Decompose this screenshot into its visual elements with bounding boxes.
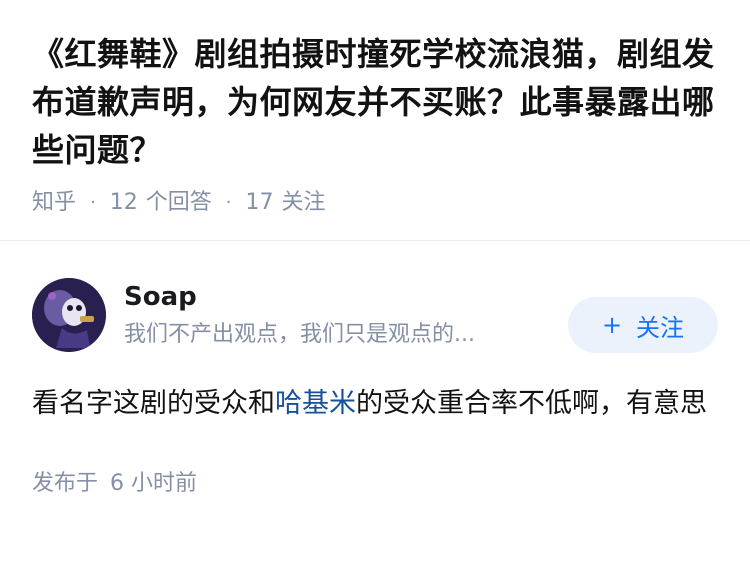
avatar[interactable] [32,278,106,352]
published-time: 6 小时前 [110,471,198,496]
content-text: 看名字这剧的受众和 [32,388,275,419]
content-text: 的受众重合率不低啊，有意思 [356,388,707,419]
answer-content: 看名字这剧的受众和哈基米的受众重合率不低啊，有意思 [32,379,718,429]
follow-button[interactable]: + 关注 [568,297,718,353]
question-meta: 知乎 · 12 个回答 · 17 关注 [32,188,718,218]
meta-separator: · [90,192,96,213]
source-label[interactable]: 知乎 [32,188,76,218]
question-header: 《红舞鞋》剧组拍摄时撞死学校流浪猫，剧组发布道歉声明，为何网友并不买账？此事暴露… [0,0,750,241]
author-info: Soap 我们不产出观点，我们只是观点的... [124,280,556,350]
avatar-image [32,278,106,352]
published-label: 发布于 [32,471,99,496]
answer-footer: 发布于 6 小时前 [32,469,718,499]
meta-separator: · [225,192,232,213]
followers-label[interactable]: 关注 [282,188,326,218]
content-link[interactable]: 哈基米 [275,388,356,419]
author-row: Soap 我们不产出观点，我们只是观点的... + 关注 [32,277,718,353]
followers-count: 17 [245,190,274,215]
answers-count: 12 [109,190,138,215]
follow-button-label: 关注 [636,313,685,342]
question-title[interactable]: 《红舞鞋》剧组拍摄时撞死学校流浪猫，剧组发布道歉声明，为何网友并不买账？此事暴露… [32,30,718,174]
author-bio: 我们不产出观点，我们只是观点的... [124,322,475,347]
author-name[interactable]: Soap [124,280,556,314]
plus-icon: + [601,311,623,339]
answers-label[interactable]: 个回答 [146,188,212,218]
answer-card: Soap 我们不产出观点，我们只是观点的... + 关注 看名字这剧的受众和哈基… [0,241,750,499]
